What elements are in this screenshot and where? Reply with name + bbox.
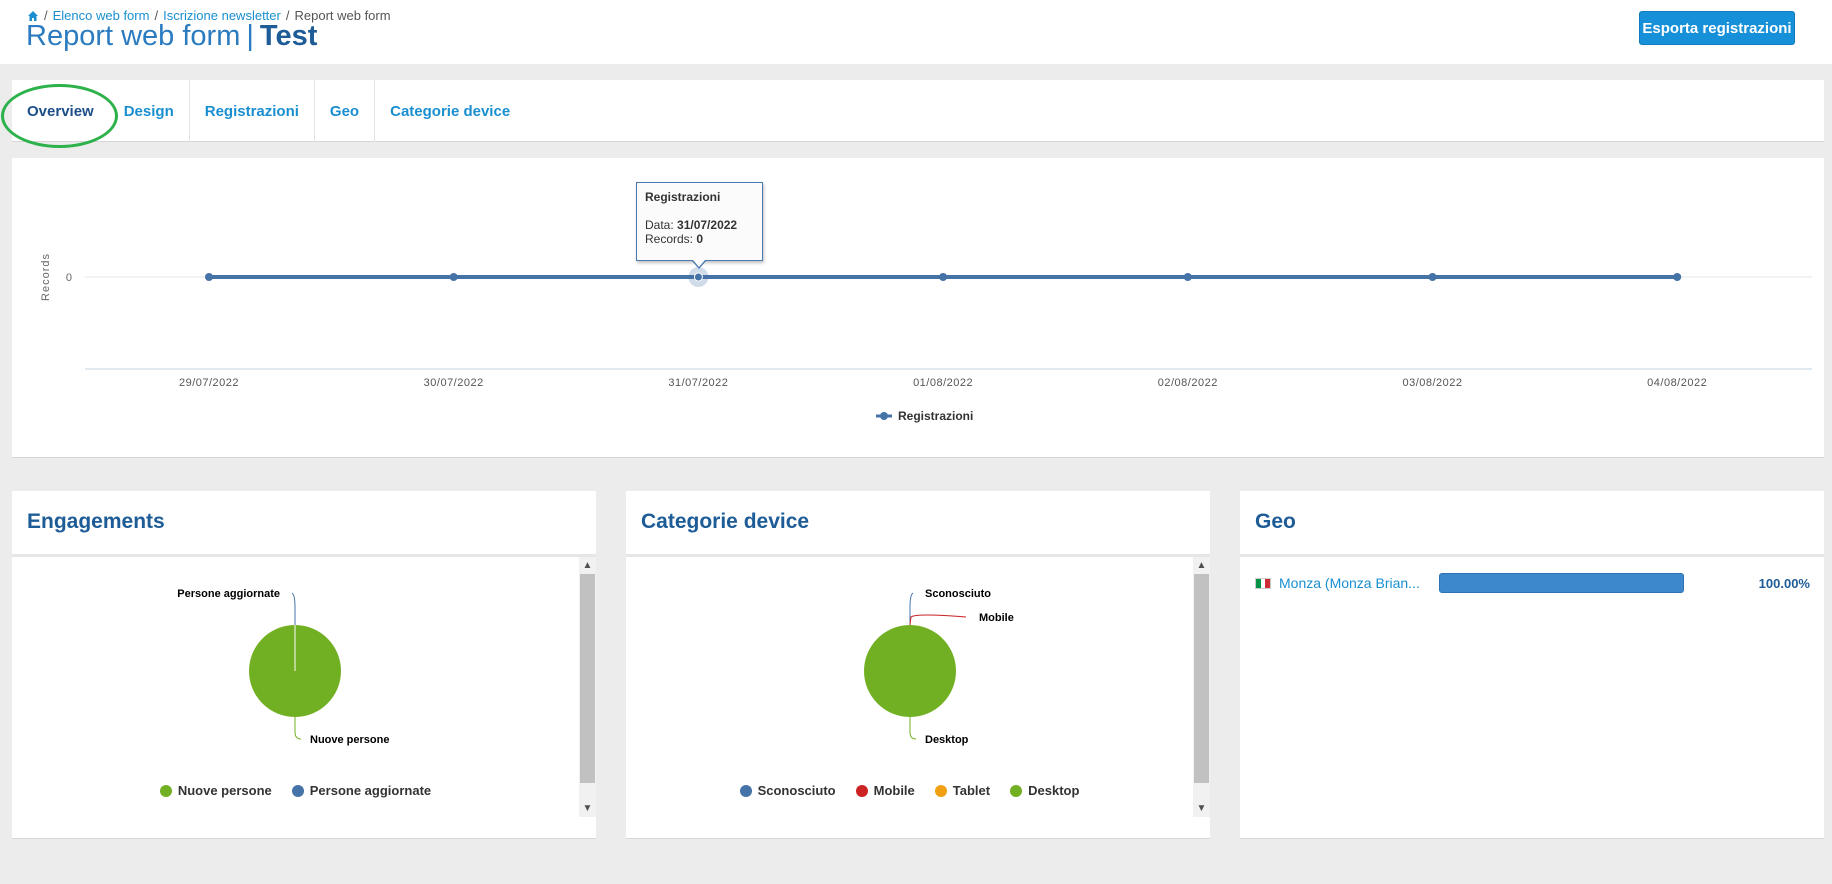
pie-label-desktop: Desktop <box>925 734 969 746</box>
legend-dot <box>739 784 752 797</box>
data-point[interactable] <box>693 272 703 282</box>
pie-connector <box>909 717 917 740</box>
y-axis-title: Records <box>40 253 52 301</box>
data-point[interactable] <box>1673 273 1682 281</box>
pie-label-persone-aggiornate: Persone aggiornate <box>177 588 280 600</box>
geo-location-link[interactable]: Monza (Monza Brian... <box>1279 575 1429 591</box>
data-point[interactable] <box>205 273 213 281</box>
legend-dot <box>934 784 947 797</box>
data-point[interactable] <box>939 273 948 281</box>
registrations-chart-card: Records 0 29/07/2022 30/07/2022 31/07/2022 01… <box>12 158 1824 458</box>
scroll-up-icon[interactable]: ▲ <box>579 557 596 574</box>
devices-scrollbar[interactable]: ▲ ▼ <box>1193 557 1210 817</box>
engagements-pie-chart: Persone aggiornate Nuove persone <box>177 588 389 746</box>
x-tick-label: 29/07/2022 <box>179 377 239 389</box>
tab-overview[interactable]: Overview <box>12 80 109 142</box>
tab-categorie-device[interactable]: Categorie device <box>375 80 525 142</box>
geo-row: Monza (Monza Brian... 100.00% <box>1255 573 1810 593</box>
geo-panel: Geo Monza (Monza Brian... 100.00% <box>1240 491 1824 839</box>
legend-dot <box>291 784 304 797</box>
devices-legend: Sconosciuto Mobile Tablet Desktop <box>626 783 1193 798</box>
tooltip-date-row: Data: 31/07/2022 <box>645 218 754 232</box>
x-tick-label: 02/08/2022 <box>1158 377 1218 389</box>
pie-connector <box>294 717 302 740</box>
y-tick-label: 0 <box>66 272 72 284</box>
devices-panel: Categorie device Sconosciuto Mobile Desk… <box>626 491 1210 839</box>
legend-item-persone-aggiornate[interactable]: Persone aggiornate <box>291 783 432 798</box>
data-point[interactable] <box>1428 273 1437 281</box>
page-title-name: Test <box>259 20 318 52</box>
engagements-legend: Nuove persone Persone aggiornate <box>12 783 579 798</box>
x-tick-label: 30/07/2022 <box>424 377 484 389</box>
scroll-down-icon[interactable]: ▼ <box>579 800 596 817</box>
tooltip-title: Registrazioni <box>645 190 721 204</box>
legend-label: Desktop <box>1028 783 1080 798</box>
data-point[interactable] <box>1183 273 1192 281</box>
legend-label: Mobile <box>873 783 915 798</box>
pie-connector <box>909 614 967 626</box>
legend-label: Nuove persone <box>177 783 272 798</box>
legend-label: Sconosciuto <box>757 783 836 798</box>
tooltip-date-label: Data: <box>645 218 674 232</box>
pie-label-sconosciuto: Sconosciuto <box>925 588 991 600</box>
export-registrations-button[interactable]: Esporta registrazioni <box>1639 11 1795 45</box>
geo-title: Geo <box>1240 491 1824 557</box>
tab-design[interactable]: Design <box>109 80 190 142</box>
page-title: Report web form | Test <box>26 20 317 53</box>
legend-dot <box>855 784 868 797</box>
x-tick-label: 01/08/2022 <box>913 377 973 389</box>
legend-item-tablet[interactable]: Tablet <box>934 783 991 798</box>
x-tick-label: 04/08/2022 <box>1647 377 1707 389</box>
page-title-separator: | <box>246 20 254 52</box>
geo-body: Monza (Monza Brian... 100.00% <box>1240 557 1824 836</box>
tab-geo[interactable]: Geo <box>315 80 376 142</box>
data-point[interactable] <box>449 273 458 281</box>
engagements-title: Engagements <box>12 491 596 557</box>
pie-label-mobile: Mobile <box>979 612 1014 624</box>
legend-item-desktop[interactable]: Desktop <box>1010 783 1079 798</box>
legend-label-registrazioni[interactable]: Registrazioni <box>898 409 973 423</box>
geo-bar-track <box>1439 573 1684 593</box>
devices-pie-chart: Sconosciuto Mobile Desktop <box>864 588 1014 746</box>
tooltip-records-value: 0 <box>696 232 704 246</box>
top-bar: / Elenco web form / Iscrizione newslette… <box>0 0 1832 64</box>
geo-percent: 100.00% <box>1758 575 1810 591</box>
scroll-thumb[interactable] <box>580 574 595 783</box>
geo-bar-fill <box>1439 573 1684 593</box>
pie-label-nuove-persone: Nuove persone <box>310 734 389 746</box>
pie-connector <box>291 592 296 625</box>
devices-body: Sconosciuto Mobile Desktop Sconosciuto M… <box>626 557 1210 836</box>
tab-bar: Overview Design Registrazioni Geo Catego… <box>12 80 1824 142</box>
legend-label: Persone aggiornate <box>309 783 432 798</box>
tooltip-records-label: Records: <box>645 232 694 246</box>
legend-marker-icon[interactable] <box>880 412 888 420</box>
legend-item-sconosciuto[interactable]: Sconosciuto <box>739 783 836 798</box>
x-tick-label: 31/07/2022 <box>668 377 728 389</box>
page-title-main: Report web form <box>26 20 241 52</box>
devices-title: Categorie device <box>626 491 1210 557</box>
scroll-down-icon[interactable]: ▼ <box>1193 800 1210 817</box>
legend-item-mobile[interactable]: Mobile <box>855 783 915 798</box>
legend-dot <box>1010 784 1023 797</box>
pie-slice-desktop[interactable] <box>864 625 956 717</box>
x-tick-label: 03/08/2022 <box>1402 377 1462 389</box>
tooltip-date-value: 31/07/2022 <box>677 218 738 232</box>
tooltip-arrow-inner <box>693 260 705 267</box>
chart-tooltip: Registrazioni Data: 31/07/2022 Records: … <box>636 182 763 261</box>
engagements-panel: Engagements Persone aggiornate Nuove per… <box>12 491 596 839</box>
tab-registrazioni[interactable]: Registrazioni <box>190 80 315 142</box>
legend-label: Tablet <box>952 783 991 798</box>
tooltip-records-row: Records: 0 <box>645 232 754 246</box>
legend-item-nuove-persone[interactable]: Nuove persone <box>159 783 272 798</box>
legend-dot <box>159 784 172 797</box>
engagements-scrollbar[interactable]: ▲ ▼ <box>579 557 596 817</box>
scroll-thumb[interactable] <box>1194 574 1209 783</box>
italy-flag-icon <box>1255 577 1271 589</box>
engagements-body: Persone aggiornate Nuove persone Nuove p… <box>12 557 596 836</box>
scroll-up-icon[interactable]: ▲ <box>1193 557 1210 574</box>
registrations-line-chart: Records 0 29/07/2022 30/07/2022 31/07/2022 01… <box>40 253 1812 423</box>
